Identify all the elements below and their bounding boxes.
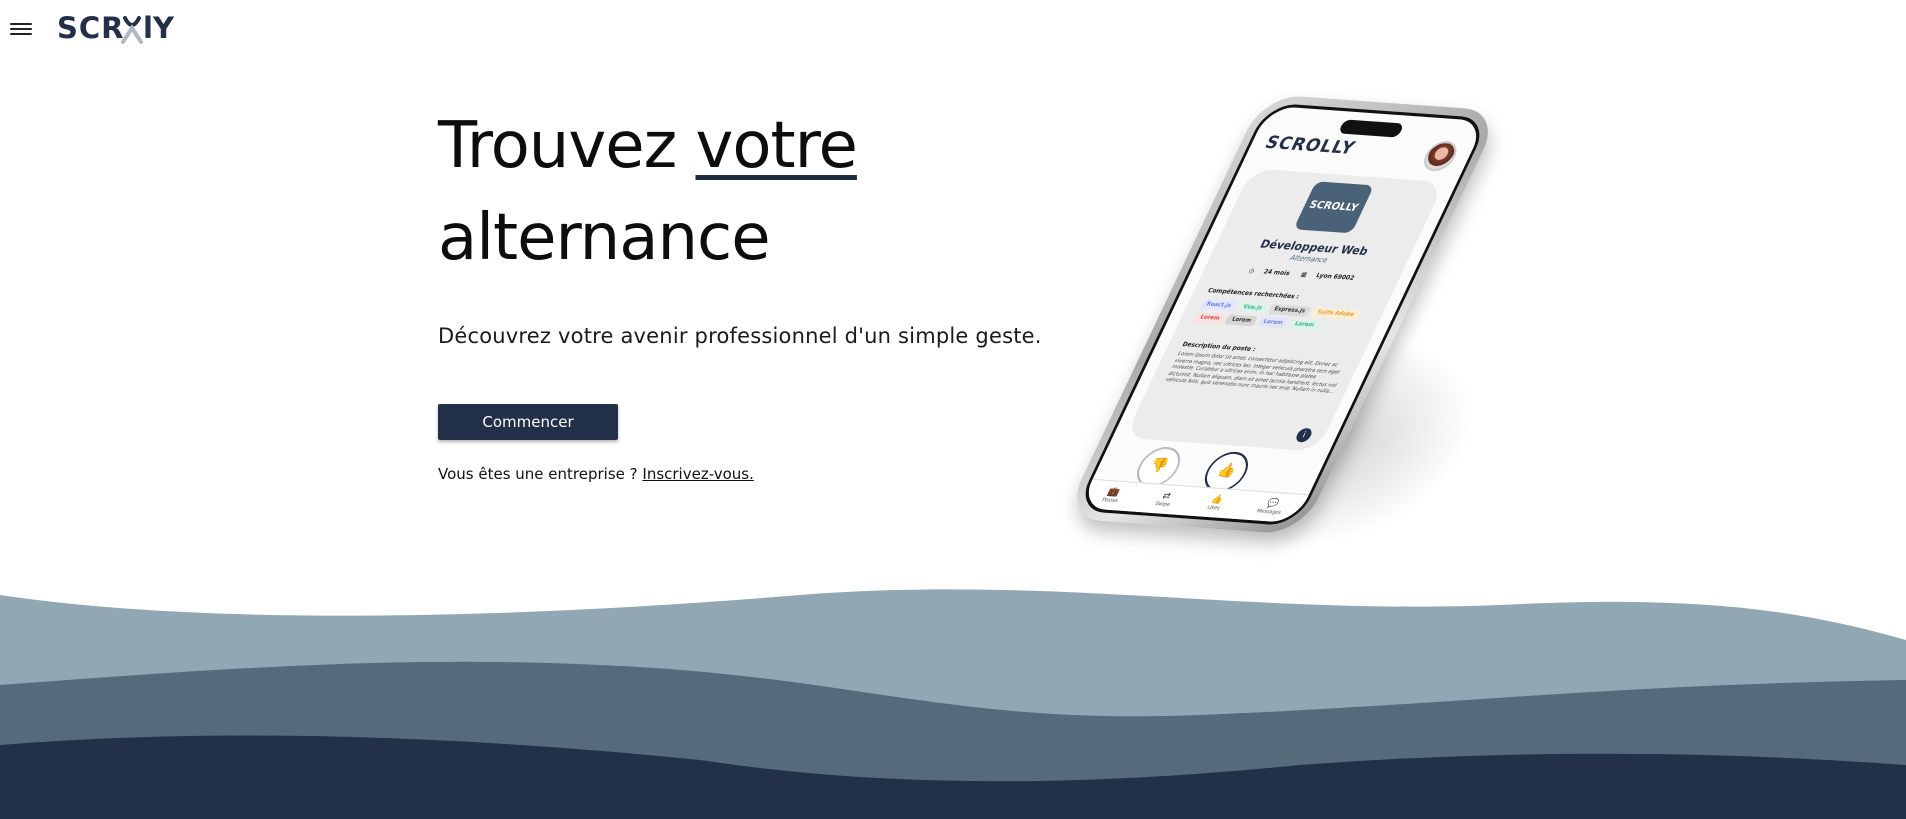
hero-headline: Trouvez votre alternance bbox=[438, 100, 1038, 284]
svg-text:SCR: SCR bbox=[57, 11, 125, 45]
thumbs-up-icon: 👍 bbox=[1214, 462, 1240, 480]
user-avatar bbox=[1418, 140, 1462, 173]
decorative-waves bbox=[0, 589, 1906, 819]
headline-part-1: Trouvez bbox=[438, 109, 696, 183]
skill-tag: Lorem bbox=[1287, 318, 1321, 331]
phone-tab-bar: 💼 Postes ⇄ Swipe 👍 Likes 💬 Messages bbox=[1079, 478, 1310, 524]
company-prompt: Vous êtes une entreprise ? bbox=[438, 465, 638, 483]
headline-part-2: alternance bbox=[438, 201, 771, 275]
scrolly-logo[interactable]: SCR lY bbox=[57, 8, 187, 48]
building-icon: ▦ bbox=[1299, 271, 1309, 279]
top-bar: SCR lY bbox=[0, 0, 1906, 60]
skill-tag: Lorem bbox=[1224, 314, 1259, 327]
tab-messages[interactable]: 💬 Messages bbox=[1256, 498, 1287, 516]
info-icon[interactable]: i bbox=[1293, 427, 1315, 443]
svg-text:lY: lY bbox=[143, 11, 175, 45]
tab-label: Likes bbox=[1205, 504, 1221, 512]
job-location: Lyon 69002 bbox=[1314, 272, 1356, 282]
tab-label: Postes bbox=[1100, 497, 1120, 505]
company-signup-link[interactable]: Inscrivez-vous. bbox=[642, 465, 753, 483]
skills-tags: React.js Vue.js Express.js Suite Adobe Lorem… bbox=[1193, 299, 1374, 334]
skill-tag: Vue.js bbox=[1236, 301, 1269, 314]
company-logo: SCROLLY bbox=[1292, 181, 1374, 234]
tab-label: Swipe bbox=[1153, 500, 1172, 508]
tab-postes[interactable]: 💼 Postes bbox=[1101, 487, 1124, 504]
thumbs-down-icon: 👎 bbox=[1146, 457, 1172, 475]
headline-underlined-word: votre bbox=[695, 109, 858, 183]
skills-heading: Compétences recherchées : bbox=[1206, 287, 1301, 301]
tab-likes[interactable]: 👍 Likes bbox=[1206, 495, 1226, 512]
phone-notch bbox=[1337, 119, 1405, 138]
company-signup-line: Vous êtes une entreprise ? Inscrivez-vou… bbox=[438, 465, 754, 483]
phone-mockup: SCROLLY SCROLLY Développeur Web Alternan… bbox=[1030, 92, 1506, 588]
skill-tag: Suite Adobe bbox=[1310, 307, 1362, 321]
skill-tag: Lorem bbox=[1193, 312, 1227, 325]
hamburger-menu-icon[interactable] bbox=[10, 20, 32, 38]
skill-tag: React.js bbox=[1199, 299, 1238, 312]
job-duration: 24 mois bbox=[1262, 268, 1292, 278]
app-logo: SCROLLY bbox=[1261, 132, 1359, 159]
tab-label: Messages bbox=[1255, 508, 1283, 516]
commencer-button[interactable]: Commencer bbox=[438, 404, 618, 440]
skill-tag: Express.js bbox=[1267, 303, 1312, 317]
hero-subtitle: Découvrez votre avenir professionnel d'u… bbox=[438, 324, 1042, 348]
tab-swipe[interactable]: ⇄ Swipe bbox=[1154, 491, 1176, 508]
skill-tag: Lorem bbox=[1256, 316, 1290, 329]
hero-heading-block: Trouvez votre alternance bbox=[438, 100, 1038, 284]
job-description: Lorem ipsum dolor sit amet, consectetur … bbox=[1164, 350, 1341, 395]
clock-icon: ◷ bbox=[1247, 267, 1256, 275]
